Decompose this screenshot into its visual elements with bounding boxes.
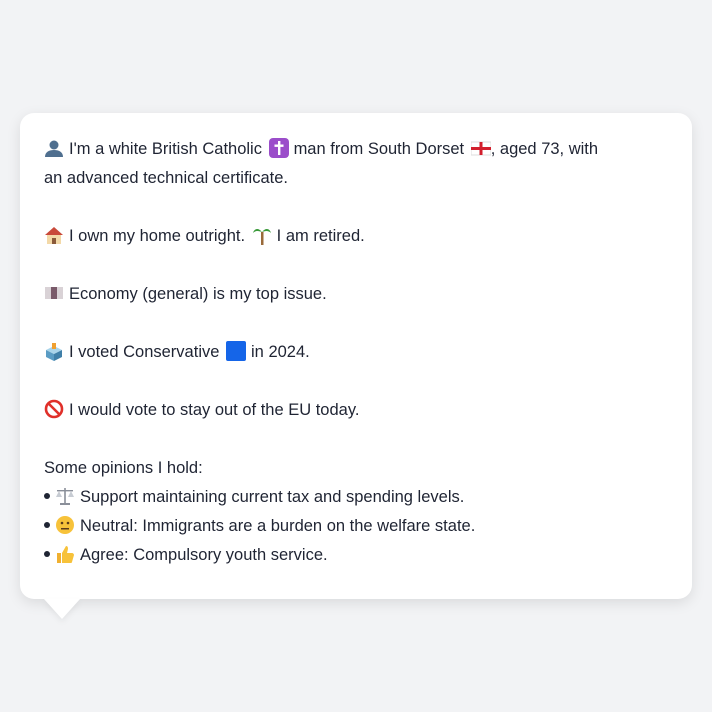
palm-tree-icon: [252, 229, 271, 245]
no-entry-sign-icon: [44, 399, 64, 419]
location-text: man from South Dorset: [293, 140, 465, 158]
neutral-face-icon: [56, 516, 74, 534]
home-text: I own my home outright.: [69, 227, 246, 245]
vote-line: I voted Conservative in 2024.: [44, 338, 668, 367]
balance-scale-icon: [56, 488, 74, 505]
employment-text: I am retired.: [276, 227, 365, 245]
eu-text: I would vote to stay out of the EU today…: [69, 401, 360, 419]
vote-year-text: in 2024.: [251, 343, 310, 361]
vote-text: I voted Conservative: [69, 343, 220, 361]
bust-in-silhouette-icon: [45, 140, 63, 157]
identity-line: I'm a white British Catholic man from So…: [44, 135, 668, 164]
thumbs-up-icon: [57, 546, 74, 563]
eu-line: I would vote to stay out of the EU today…: [44, 396, 668, 425]
bubble-tail: [44, 599, 80, 619]
opinion-text: Neutral: Immigrants are a burden on the …: [80, 517, 476, 535]
opinion-item: Neutral: Immigrants are a burden on the …: [44, 512, 668, 541]
opinion-item: Agree: Compulsory youth service.: [44, 541, 668, 570]
opinions-heading: Some opinions I hold:: [44, 459, 203, 477]
opinion-text: Agree: Compulsory youth service.: [80, 546, 328, 564]
money-icon: [45, 287, 63, 299]
blue-square-icon: [226, 341, 247, 361]
england-flag-icon: [470, 141, 491, 156]
opinion-text: Support maintaining current tax and spen…: [80, 488, 465, 506]
education-line: an advanced technical certificate.: [44, 169, 288, 187]
opinion-item: Support maintaining current tax and spen…: [44, 483, 668, 512]
identity-text: I'm a white British Catholic: [69, 140, 262, 158]
persona-message-bubble: I'm a white British Catholic man from So…: [20, 113, 692, 599]
age-text: , aged 73, with: [490, 140, 599, 158]
house-icon: [45, 227, 63, 244]
top-issue-text: Economy (general) is my top issue.: [69, 285, 327, 303]
top-issue-line: Economy (general) is my top issue.: [44, 280, 668, 309]
latin-cross-icon: [268, 138, 289, 158]
ballot-box-icon: [46, 343, 62, 361]
housing-line: I own my home outright. I am retired.: [44, 222, 668, 251]
